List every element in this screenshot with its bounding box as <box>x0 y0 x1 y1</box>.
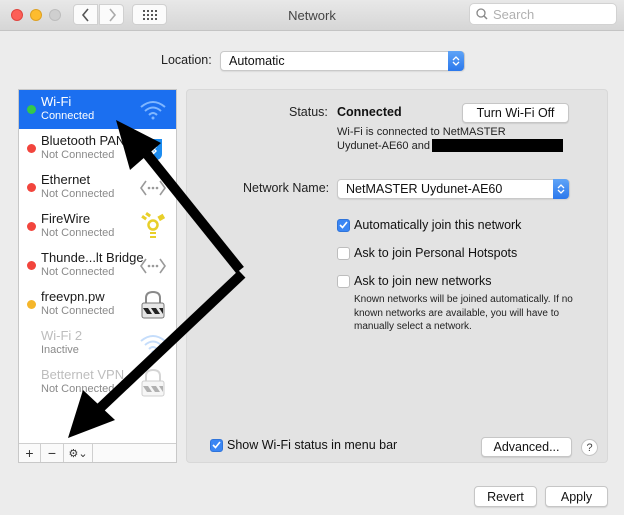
service-item-freevpn[interactable]: freevpn.pw Not Connected <box>19 285 176 324</box>
status-dot-red <box>27 261 36 270</box>
new-networks-checkbox[interactable]: Ask to join new networks <box>337 274 492 288</box>
search-placeholder: Search <box>493 6 535 22</box>
location-value: Automatic <box>229 54 285 68</box>
network-name-value: NetMASTER Uydunet-AE60 <box>346 182 503 196</box>
service-list: Wi-Fi Connected Bluetooth PAN Not Connec… <box>18 89 177 463</box>
redacted-ip-address <box>432 139 563 152</box>
service-name: Wi-Fi 2 <box>41 328 83 343</box>
service-status: Not Connected <box>41 227 115 239</box>
personal-hotspots-checkbox[interactable]: Ask to join Personal Hotspots <box>337 246 517 260</box>
turn-wifi-off-button[interactable]: Turn Wi-Fi Off <box>462 103 569 123</box>
network-name-popup[interactable]: NetMASTER Uydunet-AE60 <box>337 179 570 199</box>
service-item-wifi-2[interactable]: Wi-Fi 2 Inactive <box>19 324 176 363</box>
checkbox-box <box>337 246 350 260</box>
wifi-icon <box>138 329 168 359</box>
wifi-icon <box>138 95 168 125</box>
service-status: Not Connected <box>41 149 115 161</box>
service-status: Not Connected <box>41 266 115 278</box>
location-label: Location: <box>161 53 212 67</box>
apply-button[interactable]: Apply <box>545 486 608 507</box>
service-status: Inactive <box>41 344 79 356</box>
status-value: Connected <box>337 105 402 119</box>
checkmark-icon <box>337 218 350 232</box>
status-dot-red <box>27 183 36 192</box>
checkbox-box <box>337 274 350 288</box>
service-status: Not Connected <box>41 383 115 395</box>
advanced-button[interactable]: Advanced... <box>481 437 572 457</box>
service-status: Not Connected <box>41 305 115 317</box>
status-dot-green <box>27 105 36 114</box>
gear-menu-button[interactable]: ⚙⌄ <box>64 444 93 462</box>
service-name: Ethernet <box>41 172 91 187</box>
status-label: Status: <box>289 105 328 119</box>
service-name: freevpn.pw <box>41 289 105 304</box>
service-name: FireWire <box>41 211 91 226</box>
known-networks-note: Known networks will be joined automatica… <box>354 294 573 332</box>
status-dot-yellow <box>27 300 36 309</box>
network-name-label: Network Name: <box>243 181 330 195</box>
service-item-bluetooth-pan[interactable]: Bluetooth PAN Not Connected <box>19 129 176 168</box>
service-name: Betternet VPN <box>41 367 125 382</box>
show-wifi-status-label: Show Wi-Fi status in menu bar <box>227 438 398 452</box>
personal-hotspots-label: Ask to join Personal Hotspots <box>354 246 518 260</box>
service-status: Not Connected <box>41 188 115 200</box>
service-item-ethernet[interactable]: Ethernet Not Connected <box>19 168 176 207</box>
add-service-button[interactable]: + <box>19 444 41 462</box>
vpn-lock-icon <box>138 368 168 398</box>
service-item-betternet-vpn[interactable]: Betternet VPN Not Connected <box>19 363 176 402</box>
help-button[interactable]: ? <box>581 439 598 456</box>
auto-join-label: Automatically join this network <box>354 218 522 232</box>
status-dot-red <box>27 222 36 231</box>
search-input[interactable]: Search <box>469 3 617 25</box>
remove-service-button[interactable]: − <box>41 444 64 462</box>
service-item-firewire[interactable]: FireWire Not Connected <box>19 207 176 246</box>
firewire-icon <box>138 212 168 242</box>
bluetooth-icon <box>138 134 168 164</box>
service-name: Thunde...lt Bridge <box>41 250 144 265</box>
ethernet-icon <box>138 173 168 203</box>
thunderbolt-bridge-icon <box>138 251 168 281</box>
service-item-thunderbolt-bridge[interactable]: Thunde...lt Bridge Not Connected <box>19 246 176 285</box>
popup-stepper-icon <box>553 179 569 199</box>
vpn-lock-icon <box>138 290 168 320</box>
show-wifi-status-checkbox[interactable]: Show Wi-Fi status in menu bar <box>210 438 397 452</box>
location-popup[interactable]: Automatic <box>220 51 465 71</box>
search-icon <box>476 8 488 20</box>
service-list-toolbar: + − ⚙⌄ <box>19 443 176 462</box>
new-networks-label: Ask to join new networks <box>354 274 492 288</box>
title-bar: Network Search <box>0 0 624 31</box>
checkmark-icon <box>210 438 223 452</box>
revert-button[interactable]: Revert <box>474 486 537 507</box>
service-name: Wi-Fi <box>41 94 72 109</box>
popup-stepper-icon <box>448 51 464 71</box>
auto-join-checkbox[interactable]: Automatically join this network <box>337 218 521 232</box>
service-status: Connected <box>41 110 95 122</box>
service-item-wifi[interactable]: Wi-Fi Connected <box>19 90 176 129</box>
status-dot-red <box>27 144 36 153</box>
service-name: Bluetooth PAN <box>41 133 126 148</box>
gear-icon: ⚙⌄ <box>68 447 88 460</box>
